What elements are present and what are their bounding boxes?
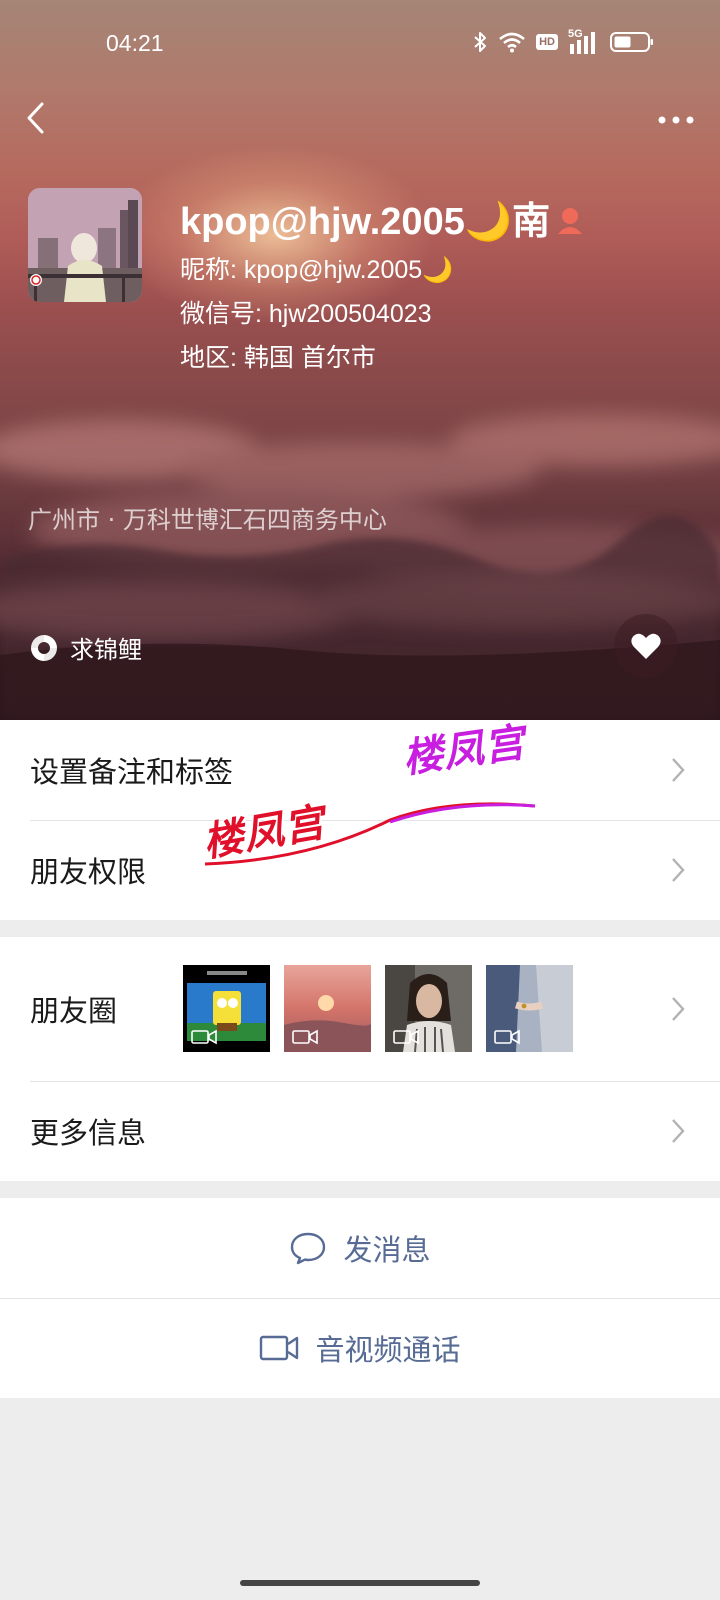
avatar[interactable] xyxy=(28,188,142,302)
remark-tags-label: 设置备注和标签 xyxy=(30,755,234,789)
video-call-icon xyxy=(260,1335,299,1361)
more-info-label: 更多信息 xyxy=(30,1116,147,1150)
video-icon xyxy=(292,1029,318,1045)
avatar-image xyxy=(28,188,142,302)
more-options-button[interactable] xyxy=(654,100,698,140)
chevron-right-icon xyxy=(672,1119,685,1143)
wechat-id-line: 微信号: hjw200504023 xyxy=(180,300,432,328)
status-icons: HD 5G xyxy=(472,28,654,54)
profile-cover: 04:21 HD 5G kpop@hjw.2005🌙南 昵称: kpop@hjw… xyxy=(0,0,720,720)
moments-thumbnail xyxy=(284,965,371,1052)
moments-thumbnail xyxy=(183,965,270,1052)
moments-thumbnails xyxy=(183,965,573,1052)
video-call-label: 音视频通话 xyxy=(315,1333,461,1367)
signal-icon: 5G xyxy=(568,28,600,54)
heart-icon xyxy=(631,633,661,659)
like-button[interactable] xyxy=(614,614,678,678)
chevron-right-icon xyxy=(672,858,685,882)
moments-group: 朋友圈 更多信息 xyxy=(0,937,720,1181)
status-text: 求锦鲤 xyxy=(70,636,142,664)
moments-label: 朋友圈 xyxy=(30,994,118,1028)
friend-permissions-label: 朋友权限 xyxy=(30,855,147,889)
hd-badge: HD xyxy=(536,34,558,50)
female-gender-icon xyxy=(556,203,584,234)
more-dots-icon xyxy=(658,116,694,124)
profile-display-name: kpop@hjw.2005🌙南 xyxy=(180,190,584,245)
video-call-button[interactable]: 音视频通话 xyxy=(0,1298,720,1398)
user-status[interactable]: 求锦鲤 xyxy=(28,630,142,665)
send-message-button[interactable]: 发消息 xyxy=(0,1198,720,1298)
region-line: 地区: 韩国 首尔市 xyxy=(180,344,376,372)
battery-icon xyxy=(610,32,653,52)
back-arrow-icon xyxy=(27,102,44,134)
chat-bubble-icon xyxy=(291,1232,326,1265)
chevron-right-icon xyxy=(672,758,685,782)
status-time: 04:21 xyxy=(106,30,164,56)
display-name-text: kpop@hjw.2005🌙南 xyxy=(180,201,551,243)
video-icon xyxy=(393,1029,419,1045)
more-info-row[interactable]: 更多信息 xyxy=(0,1081,720,1181)
moments-thumbnail xyxy=(486,965,573,1052)
location-text: 广州市 · 万科世博汇石四商务中心 xyxy=(28,506,387,534)
status-bar: 04:21 HD 5G xyxy=(0,0,720,90)
actions-group: 发消息 音视频通话 xyxy=(0,1198,720,1398)
video-icon xyxy=(494,1029,520,1045)
home-indicator[interactable] xyxy=(240,1580,480,1586)
nickname-line: 昵称: kpop@hjw.2005🌙 xyxy=(180,256,454,284)
moments-thumbnail xyxy=(385,965,472,1052)
bluetooth-icon xyxy=(474,32,487,52)
video-icon xyxy=(191,1029,217,1045)
chevron-right-icon xyxy=(672,997,685,1021)
wifi-icon xyxy=(499,32,525,53)
send-message-label: 发消息 xyxy=(343,1233,431,1267)
moments-row[interactable]: 朋友圈 xyxy=(0,937,720,1081)
back-button[interactable] xyxy=(22,98,62,138)
koi-status-icon xyxy=(31,634,57,661)
